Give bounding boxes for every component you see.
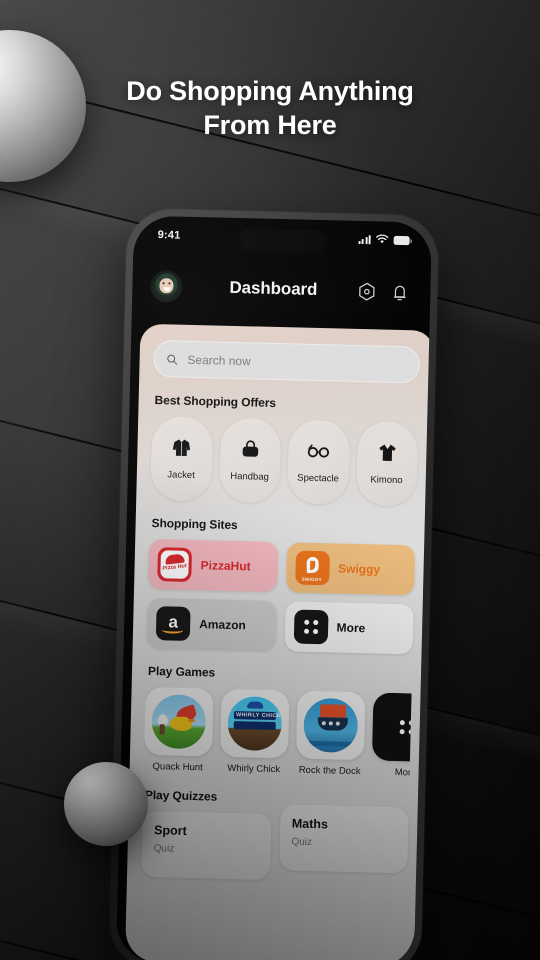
section-title-games: Play Games [147,663,216,680]
game-tile[interactable] [295,690,366,761]
bell-icon[interactable] [389,281,411,303]
site-card-swiggy[interactable]: SWIGGY Swiggy [285,542,416,596]
quiz-card-maths[interactable]: Maths Quiz [278,804,409,874]
sites-row-2: a Amazon More [146,597,414,655]
sites-row-1: Pizza Hut PizzaHut SWIGGY Swiggy [148,538,416,596]
grid-dots-icon [399,720,412,735]
hexagon-settings-icon[interactable] [356,280,378,302]
quiz-title: Maths [291,816,329,832]
game-item-quack-hunt[interactable]: Quack Hunt [143,686,214,774]
grid-dots-icon [293,609,329,645]
offer-label: Handbag [230,470,269,483]
wifi-icon [376,234,389,244]
game-tile[interactable]: WHIRLY CHICK [219,688,290,759]
game-item-rock-the-dock[interactable]: Rock the Dock [295,690,366,778]
header-actions [356,280,410,302]
search-input[interactable] [187,352,408,372]
page-headline: Do Shopping Anything From Here [126,76,414,140]
rock-the-dock-art-icon [303,697,359,754]
offer-label: Kimono [370,473,403,486]
content-panel: Best Shopping Offers Jacket [124,323,433,960]
quizzes-row: Sport Quiz Maths Quiz [141,804,409,883]
handbag-icon [242,439,258,457]
offer-label: Spectacle [297,472,340,485]
app-header: Dashboard [132,255,431,322]
status-icons [358,234,410,245]
site-card-more[interactable]: More [284,601,414,655]
jacket-icon [173,438,191,456]
quack-hunt-art-icon [151,694,207,750]
phone-frame: 9:41 Dashboard Search now Best Shopping … [108,208,440,960]
avatar-mouth [163,287,171,291]
status-time: 9:41 [157,229,181,242]
game-label: Quack Hunt [152,761,203,774]
game-tile-more[interactable] [371,692,412,763]
quiz-title: Sport [153,823,187,838]
offer-card-kimono[interactable]: Kimono [355,420,419,507]
search-bar[interactable] [153,339,421,384]
site-name: More [336,620,366,636]
swiggy-logo-icon: SWIGGY [294,550,330,586]
section-title-quizzes: Play Quizzes [144,787,218,804]
avatar[interactable] [150,269,183,303]
avatar-face [159,278,174,294]
offers-row: Jacket Handbag Spectacle Kimono [150,415,419,507]
game-label: More [394,767,412,779]
battery-icon [393,235,410,245]
offer-card-jacket[interactable]: Jacket [150,415,213,502]
quiz-card-sport[interactable]: Sport Quiz [141,810,272,880]
pizzahut-logo-icon: Pizza Hut [157,547,193,582]
game-label: Rock the Dock [298,764,361,778]
spectacles-icon [308,444,330,458]
game-item-whirly-chick[interactable]: WHIRLY CHICK Whirly Chick [219,688,290,776]
offer-label: Jacket [167,468,195,481]
games-row[interactable]: Quack Hunt WHIRLY CHICK Whirly Chick Roc… [143,686,412,779]
section-title-offers: Best Shopping Offers [154,393,277,410]
section-title-sites: Shopping Sites [151,515,238,533]
game-tile[interactable] [143,686,214,757]
amazon-logo-icon: a [155,606,191,641]
promo-scene: Do Shopping Anything From Here 9:41 Dash… [0,0,540,960]
search-icon [167,354,178,365]
kimono-icon [379,443,396,461]
phone-mockup: 9:41 Dashboard Search now Best Shopping … [108,208,440,960]
quiz-subtitle: Quiz [291,836,313,849]
whirly-chick-art-icon: WHIRLY CHICK [227,695,283,752]
site-card-amazon[interactable]: a Amazon [146,597,277,652]
offer-card-handbag[interactable]: Handbag [218,417,282,504]
site-card-pizzahut[interactable]: Pizza Hut PizzaHut [148,538,278,593]
offer-card-spectacle[interactable]: Spectacle [287,419,350,505]
phone-screen: 9:41 Dashboard Search now Best Shopping … [115,215,433,960]
site-name: Swiggy [337,561,381,577]
quiz-subtitle: Quiz [153,843,175,855]
game-label: Whirly Chick [227,762,281,776]
decorative-sphere-bottom [64,762,148,846]
page-title: Dashboard [229,277,318,299]
game-item-more[interactable]: More [371,692,412,779]
cellular-bars-icon [358,234,371,244]
site-name: Amazon [199,617,247,633]
site-name: PizzaHut [200,558,251,574]
